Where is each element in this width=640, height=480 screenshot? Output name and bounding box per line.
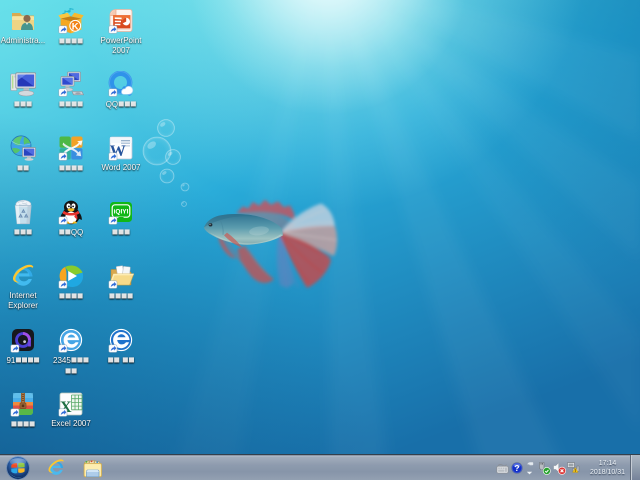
svg-text:K: K	[72, 22, 79, 33]
svg-text:iQIYI: iQIYI	[114, 209, 129, 216]
svg-text:?: ?	[514, 463, 519, 473]
